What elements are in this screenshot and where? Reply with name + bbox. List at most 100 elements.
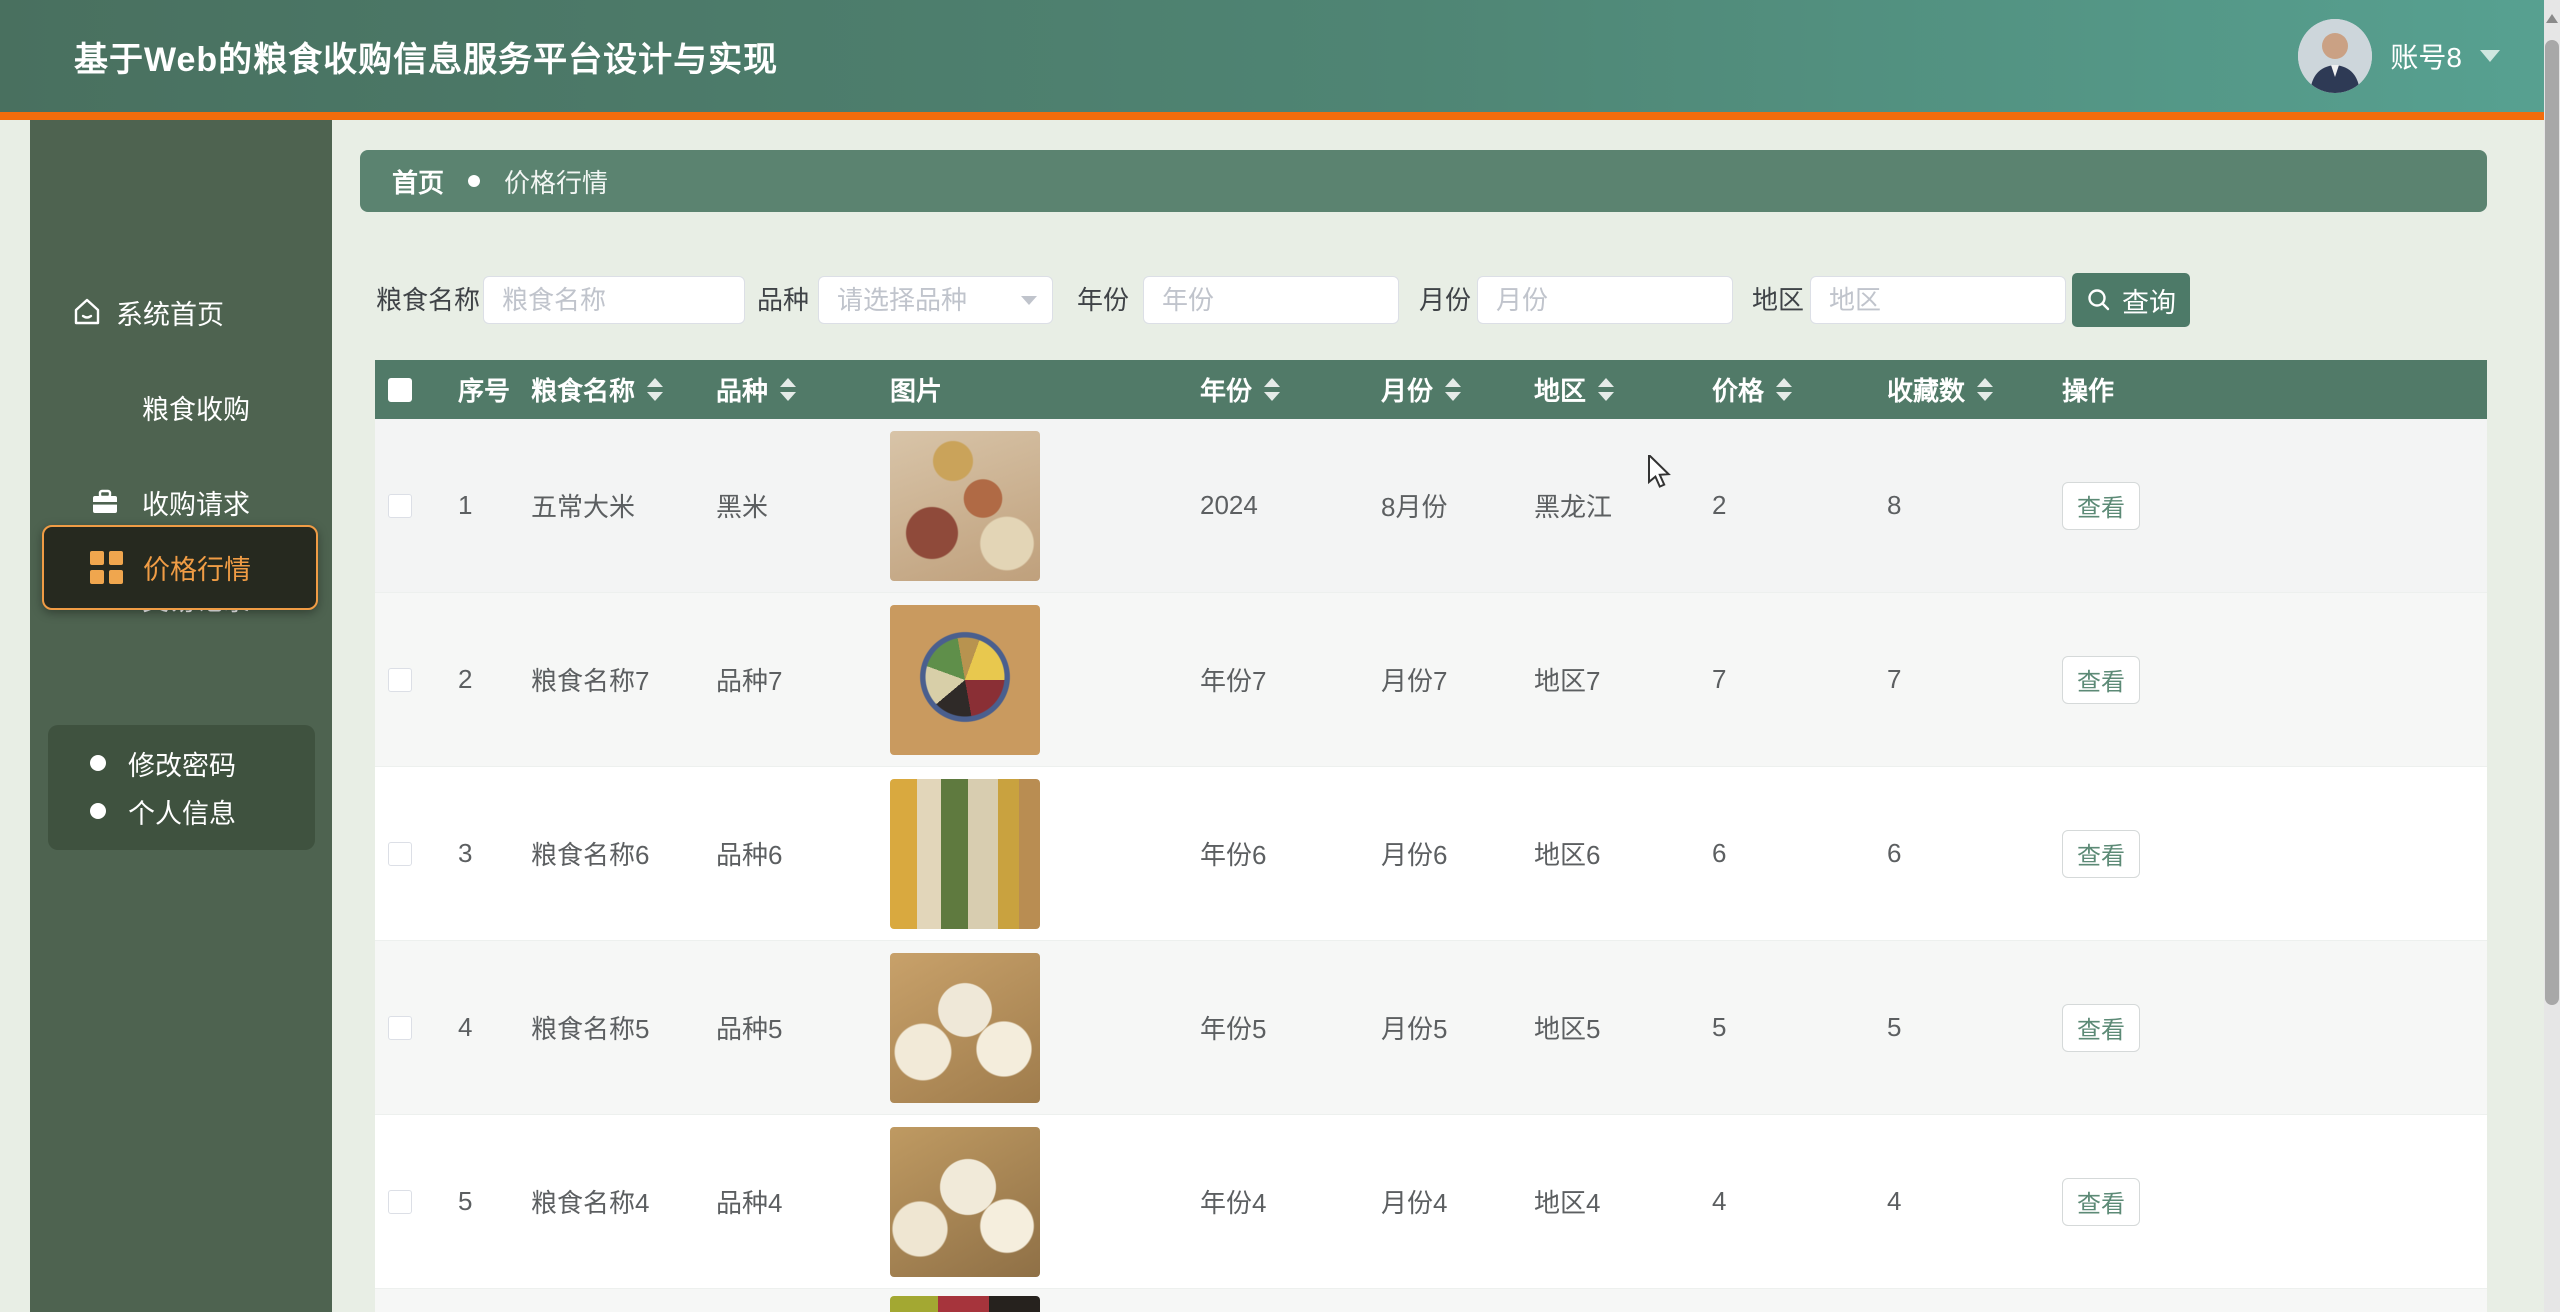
briefcase-icon — [88, 485, 122, 519]
sort-carets-icon[interactable] — [1776, 378, 1792, 401]
month-input[interactable] — [1477, 276, 1733, 324]
column-header-year[interactable]: 年份 — [1200, 360, 1280, 419]
cell-month: 月份5 — [1381, 941, 1447, 1114]
cell-grain-name: 粮食名称6 — [531, 767, 649, 940]
sidebar-item-home[interactable]: 系统首页 — [30, 280, 372, 344]
column-header-name[interactable]: 粮食名称 — [531, 360, 663, 419]
cell-region: 地区4 — [1534, 1115, 1600, 1288]
column-header-price[interactable]: 价格 — [1712, 360, 1792, 419]
grain-image — [890, 953, 1040, 1103]
search-button[interactable]: 查询 — [2072, 273, 2190, 327]
cell-month: 月份4 — [1381, 1115, 1447, 1288]
row-checkbox[interactable] — [388, 668, 412, 692]
column-header-image: 图片 — [890, 360, 942, 419]
avatar[interactable] — [2298, 19, 2372, 93]
cell-grain-name: 五常大米 — [531, 419, 635, 592]
sidebar-item-price-quotes-active[interactable]: 价格行情 — [42, 525, 318, 610]
cell-index: 2 — [458, 593, 472, 766]
cell-region: 黑龙江 — [1534, 419, 1612, 592]
search-button-label: 查询 — [2122, 281, 2176, 320]
table-row: 1 五常大米 黑米 2024 8月份 黑龙江 2 8 查看 — [375, 419, 2487, 593]
account-dropdown[interactable]: 账号8 — [2298, 0, 2500, 112]
cell-variety: 品种5 — [716, 941, 782, 1114]
submenu-item-change-password[interactable]: 修改密码 — [48, 737, 315, 789]
breadcrumb-current: 价格行情 — [504, 163, 608, 200]
grid-icon — [90, 551, 123, 584]
row-checkbox[interactable] — [388, 494, 412, 518]
cell-year: 年份5 — [1200, 941, 1266, 1114]
cell-region: 地区6 — [1534, 767, 1600, 940]
grain-image — [890, 779, 1040, 929]
accent-divider — [0, 112, 2560, 120]
cell-index: 1 — [458, 419, 472, 592]
breadcrumb: 首页 价格行情 — [360, 150, 2487, 212]
table-row: 5 粮食名称4 品种4 年份4 月份4 地区4 4 4 查看 — [375, 1115, 2487, 1289]
personal-center-submenu: 修改密码 个人信息 — [48, 725, 315, 850]
vertical-scrollbar[interactable] — [2544, 0, 2560, 1312]
cell-price: 6 — [1712, 767, 1726, 940]
scroll-up-arrow-icon[interactable] — [2546, 14, 2558, 23]
price-quotes-table: 序号 粮食名称 品种 图片 年份 月份 地区 价格 收藏数 操作 1 五常大米 … — [375, 360, 2487, 1312]
grid-icon — [88, 390, 122, 424]
cell-month: 8月份 — [1381, 419, 1447, 592]
submenu-item-label: 修改密码 — [128, 744, 236, 783]
view-button[interactable]: 查看 — [2062, 482, 2140, 530]
view-button[interactable]: 查看 — [2062, 830, 2140, 878]
month-label: 月份 — [1419, 276, 1471, 324]
sidebar-item-label: 收购请求 — [142, 483, 250, 522]
variety-select[interactable] — [818, 276, 1053, 324]
grain-image — [890, 605, 1040, 755]
sidebar: 系统首页 粮食收购 收购请求 交易记录 价格行情 — [30, 120, 332, 1312]
region-input[interactable] — [1810, 276, 2066, 324]
column-header-region[interactable]: 地区 — [1534, 360, 1614, 419]
account-name: 账号8 — [2390, 36, 2462, 76]
sidebar-item-grain-purchase[interactable]: 粮食收购 — [30, 375, 390, 439]
cell-favorites: 6 — [1887, 767, 1901, 940]
table-header-row: 序号 粮食名称 品种 图片 年份 月份 地区 价格 收藏数 操作 — [375, 360, 2487, 419]
row-checkbox[interactable] — [388, 1016, 412, 1040]
cell-year: 年份7 — [1200, 593, 1266, 766]
cell-year: 年份6 — [1200, 767, 1266, 940]
view-button[interactable]: 查看 — [2062, 1178, 2140, 1226]
cell-variety: 黑米 — [716, 419, 768, 592]
sort-carets-icon[interactable] — [1977, 378, 1993, 401]
sort-carets-icon[interactable] — [1445, 378, 1461, 401]
sort-carets-icon[interactable] — [1598, 378, 1614, 401]
select-all-checkbox[interactable] — [388, 378, 412, 402]
sidebar-item-label: 价格行情 — [143, 548, 251, 587]
year-input[interactable] — [1143, 276, 1399, 324]
submenu-item-label: 个人信息 — [128, 792, 236, 831]
cell-year: 年份4 — [1200, 1115, 1266, 1288]
sidebar-item-label: 粮食收购 — [142, 388, 250, 427]
submenu-item-personal-info[interactable]: 个人信息 — [48, 785, 315, 837]
variety-select-input[interactable] — [818, 276, 1053, 324]
cell-variety: 品种7 — [716, 593, 782, 766]
cell-price: 5 — [1712, 941, 1726, 1114]
scrollbar-thumb[interactable] — [2545, 40, 2559, 1005]
sort-carets-icon[interactable] — [1264, 378, 1280, 401]
view-button[interactable]: 查看 — [2062, 656, 2140, 704]
cell-variety: 品种6 — [716, 767, 782, 940]
column-header-index: 序号 — [458, 360, 510, 419]
column-header-favorites[interactable]: 收藏数 — [1887, 360, 1993, 419]
sort-carets-icon[interactable] — [647, 378, 663, 401]
app-header: 基于Web的粮食收购信息服务平台设计与实现 账号8 — [0, 0, 2560, 112]
cell-price: 7 — [1712, 593, 1726, 766]
sort-carets-icon[interactable] — [780, 378, 796, 401]
column-header-variety[interactable]: 品种 — [716, 360, 796, 419]
table-row: 2 粮食名称7 品种7 年份7 月份7 地区7 7 7 查看 — [375, 593, 2487, 767]
row-checkbox[interactable] — [388, 842, 412, 866]
column-header-month[interactable]: 月份 — [1381, 360, 1461, 419]
grain-image — [890, 1296, 1040, 1312]
row-checkbox[interactable] — [388, 1190, 412, 1214]
cell-index: 3 — [458, 767, 472, 940]
cell-grain-name: 粮食名称5 — [531, 941, 649, 1114]
breadcrumb-home[interactable]: 首页 — [392, 163, 444, 200]
cell-month: 月份7 — [1381, 593, 1447, 766]
grain-name-input[interactable] — [483, 276, 745, 324]
cell-year: 2024 — [1200, 419, 1258, 592]
breadcrumb-separator-icon — [468, 175, 480, 187]
view-button[interactable]: 查看 — [2062, 1004, 2140, 1052]
home-icon — [70, 295, 104, 329]
cell-region: 地区7 — [1534, 593, 1600, 766]
